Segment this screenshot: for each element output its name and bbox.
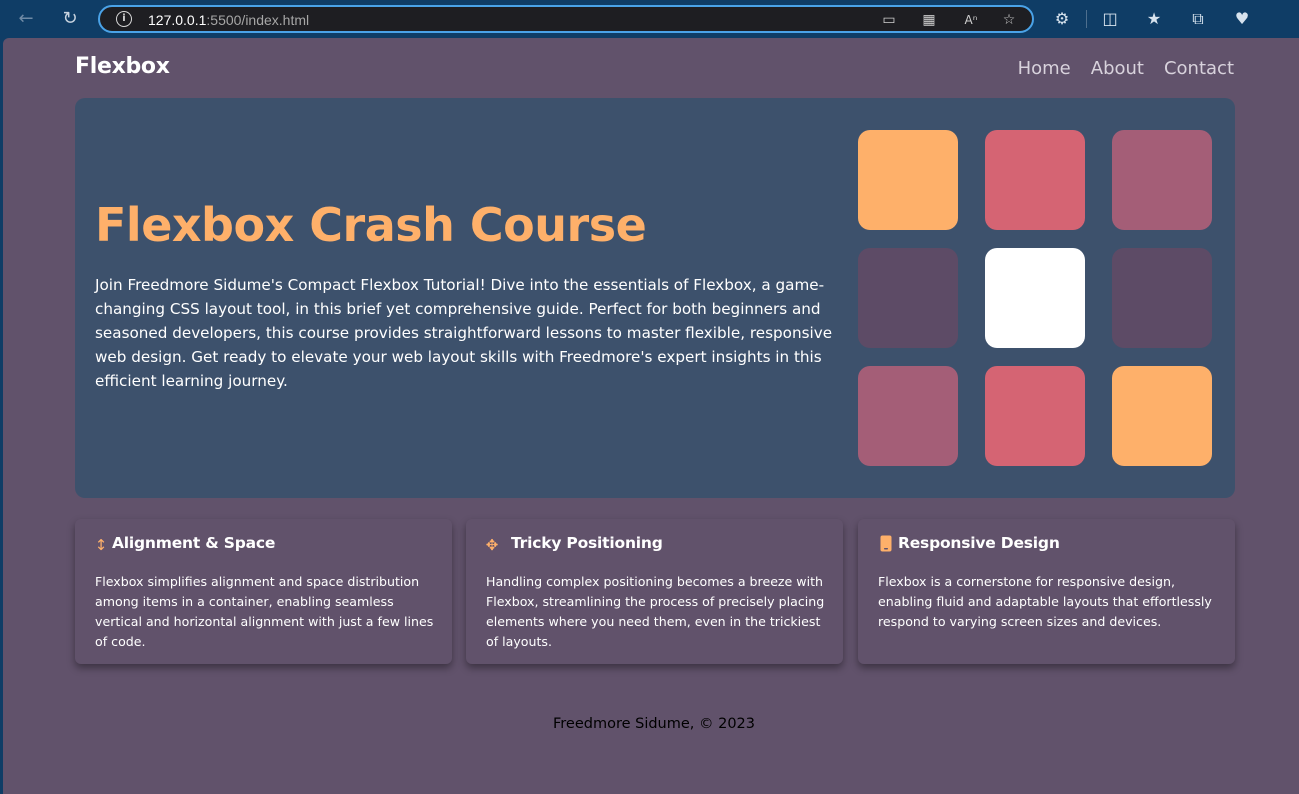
footer-copyright: Freedmore Sidume, © 2023 [552, 716, 756, 732]
collections-icon[interactable]: ⧉ [1187, 8, 1209, 30]
feature-title: Alignment & Space [112, 534, 276, 552]
mobile-phone-icon [878, 535, 894, 555]
hero-title: Flexbox Crash Course [95, 198, 647, 252]
browser-essentials-icon[interactable]: ♥ [1231, 8, 1253, 30]
hero-description: Join Freedmore Sidume's Compact Flexbox … [95, 276, 833, 390]
page-body: Flexbox Home About Contact Flexbox Crash… [3, 38, 1299, 794]
favorites-icon[interactable]: ★ [1143, 8, 1165, 30]
feature-text: Flexbox is a cornerstone for responsive … [878, 574, 1212, 629]
apps-grid-icon[interactable]: ▦ [920, 11, 938, 29]
favorite-star-icon[interactable]: ☆ [1000, 11, 1018, 29]
nav-link-home[interactable]: Home [1018, 58, 1071, 79]
brand-logo[interactable]: Flexbox [75, 54, 170, 79]
grid-tile [985, 248, 1085, 348]
grid-tile [858, 130, 958, 230]
back-arrow-icon[interactable]: ← [14, 7, 38, 31]
nav-link-contact[interactable]: Contact [1164, 58, 1234, 79]
arrows-vertical-icon: ↕ [94, 536, 108, 554]
toolbar-divider [1086, 10, 1087, 28]
grid-tile [858, 248, 958, 348]
feature-card-alignment: ↕ Alignment & Space Flexbox simplifies a… [75, 519, 452, 664]
feature-text: Flexbox simplifies alignment and space d… [95, 574, 434, 649]
feature-title: Responsive Design [898, 534, 1060, 552]
hero-section: Flexbox Crash Course Join Freedmore Sidu… [75, 98, 1235, 498]
device-view-icon[interactable]: ▭ [880, 11, 898, 29]
nav-link-about[interactable]: About [1091, 58, 1144, 79]
tile-grid [858, 130, 1212, 466]
grid-tile [1112, 248, 1212, 348]
feature-card-positioning: ✥ Tricky Positioning Handling complex po… [466, 519, 843, 664]
main-nav: Home About Contact [1018, 58, 1234, 79]
read-aloud-icon[interactable]: Aⁿ [962, 11, 980, 29]
feature-text: Handling complex positioning becomes a b… [486, 574, 825, 649]
grid-tile [1112, 130, 1212, 230]
address-url[interactable]: 127.0.0.1:5500/index.html [148, 11, 309, 29]
grid-tile [858, 366, 958, 466]
arrows-move-icon: ✥ [485, 536, 499, 554]
address-bar[interactable]: i 127.0.0.1:5500/index.html ▭ ▦ Aⁿ ☆ [98, 5, 1034, 33]
site-info-icon[interactable]: i [116, 11, 132, 27]
feature-title: Tricky Positioning [511, 534, 663, 552]
grid-tile [985, 366, 1085, 466]
grid-tile [985, 130, 1085, 230]
reload-icon[interactable]: ↻ [58, 7, 82, 31]
browser-toolbar: ← ↻ i 127.0.0.1:5500/index.html ▭ ▦ Aⁿ ☆… [0, 0, 1299, 38]
extensions-icon[interactable]: ⚙ [1051, 8, 1073, 30]
feature-card-responsive: Responsive Design Flexbox is a cornersto… [858, 519, 1235, 664]
split-screen-icon[interactable]: ◫ [1099, 8, 1121, 30]
grid-tile [1112, 366, 1212, 466]
